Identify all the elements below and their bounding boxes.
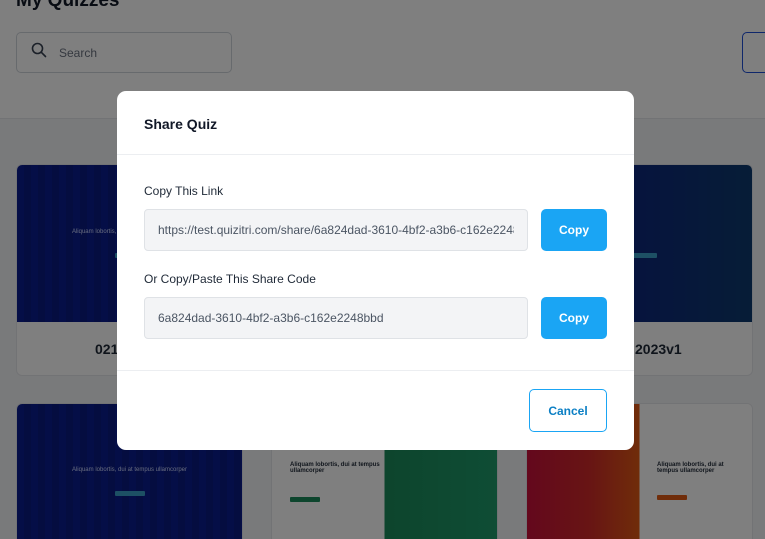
- share-code-field[interactable]: [144, 297, 528, 339]
- link-label: Copy This Link: [144, 184, 224, 198]
- share-link-field[interactable]: [144, 209, 528, 251]
- modal-header-divider: [117, 154, 634, 155]
- share-code-label: Or Copy/Paste This Share Code: [144, 272, 316, 286]
- copy-link-button[interactable]: Copy: [541, 209, 607, 251]
- share-quiz-modal: Share Quiz Copy This Link Copy Or Copy/P…: [117, 91, 634, 450]
- cancel-button[interactable]: Cancel: [529, 389, 607, 432]
- modal-footer-divider: [117, 370, 634, 371]
- modal-title: Share Quiz: [144, 116, 218, 132]
- copy-code-button[interactable]: Copy: [541, 297, 607, 339]
